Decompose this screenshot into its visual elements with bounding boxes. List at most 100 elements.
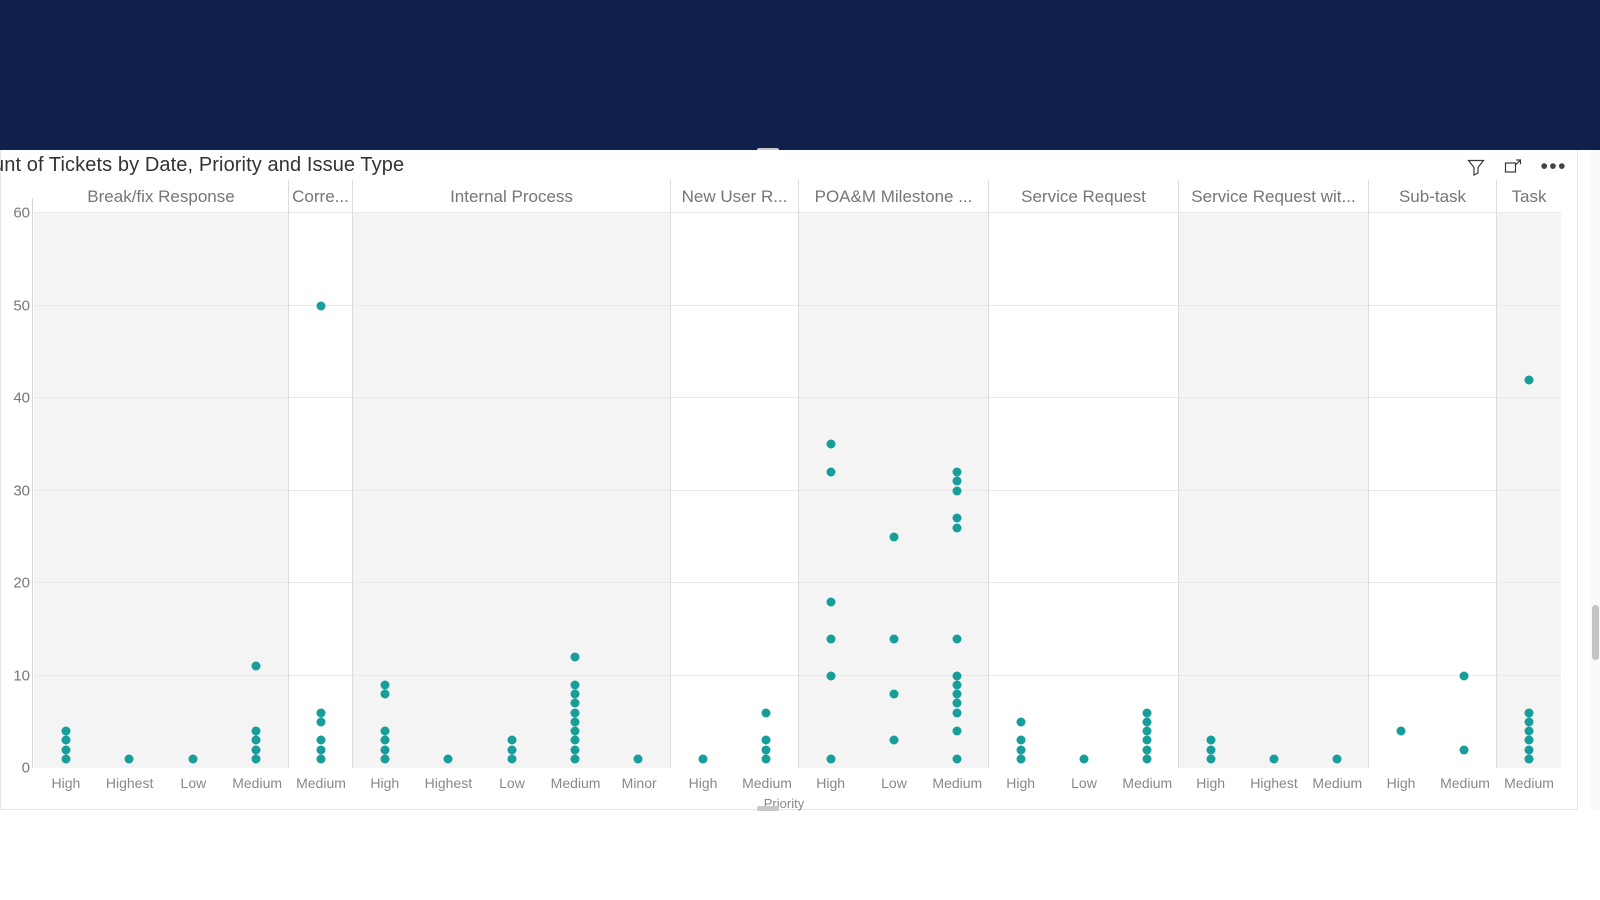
data-point[interactable] [380, 735, 390, 745]
data-point[interactable] [1142, 708, 1151, 717]
data-point[interactable] [1269, 754, 1278, 764]
x-axis-tick[interactable]: Low [480, 770, 544, 796]
data-point[interactable] [761, 754, 771, 764]
page-scrollbar-track[interactable] [1590, 150, 1600, 810]
data-point[interactable] [316, 708, 325, 717]
data-point[interactable] [826, 597, 835, 606]
card-resize-handle-bottom[interactable] [757, 806, 779, 811]
data-point[interactable] [443, 754, 453, 764]
x-axis-tick[interactable]: High [1369, 770, 1433, 796]
facet-panel[interactable]: New User R... [671, 180, 799, 768]
data-point[interactable] [633, 754, 643, 764]
data-point[interactable] [570, 652, 580, 662]
data-point[interactable] [1206, 754, 1215, 764]
data-point[interactable] [952, 680, 961, 690]
data-point[interactable] [61, 745, 71, 754]
x-axis-tick[interactable]: High [671, 770, 735, 796]
data-point[interactable] [826, 754, 835, 764]
facet-panel[interactable]: POA&M Milestone ... [799, 180, 989, 768]
data-point[interactable] [1396, 726, 1406, 736]
data-point[interactable] [251, 745, 261, 754]
data-point[interactable] [1524, 717, 1534, 727]
data-point[interactable] [251, 661, 261, 671]
data-point[interactable] [1459, 671, 1469, 680]
data-point[interactable] [826, 671, 835, 680]
focus-mode-icon[interactable] [1503, 157, 1523, 177]
data-point[interactable] [570, 754, 580, 764]
data-point[interactable] [1142, 745, 1151, 754]
x-axis-tick[interactable]: Medium [225, 770, 289, 796]
data-point[interactable] [889, 735, 898, 745]
data-point[interactable] [61, 754, 71, 764]
data-point[interactable] [1142, 735, 1151, 745]
x-axis-tick[interactable]: Medium [1433, 770, 1497, 796]
data-point[interactable] [380, 754, 390, 764]
data-point[interactable] [826, 634, 835, 643]
data-point[interactable] [952, 476, 961, 486]
data-point[interactable] [952, 754, 961, 764]
data-point[interactable] [952, 486, 961, 495]
data-point[interactable] [1459, 745, 1469, 754]
x-axis-tick[interactable]: Low [162, 770, 226, 796]
data-point[interactable] [952, 726, 961, 736]
data-point[interactable] [124, 754, 134, 764]
data-point[interactable] [1524, 726, 1534, 736]
facet-panel[interactable]: Corre... [289, 180, 353, 768]
data-point[interactable] [1079, 754, 1088, 764]
data-point[interactable] [889, 634, 898, 643]
x-axis-tick[interactable]: Minor [607, 770, 671, 796]
data-point[interactable] [570, 698, 580, 708]
data-point[interactable] [698, 754, 708, 764]
data-point[interactable] [251, 726, 261, 736]
data-point[interactable] [761, 708, 771, 717]
data-point[interactable] [316, 735, 325, 745]
x-axis-tick[interactable]: High [989, 770, 1052, 796]
x-axis-tick[interactable]: Highest [98, 770, 162, 796]
facet-panel[interactable]: Break/fix Response [34, 180, 289, 768]
data-point[interactable] [1524, 754, 1534, 764]
x-axis-tick[interactable]: Highest [1242, 770, 1305, 796]
data-point[interactable] [889, 689, 898, 699]
data-point[interactable] [316, 745, 325, 754]
x-axis-tick[interactable]: Highest [417, 770, 481, 796]
data-point[interactable] [570, 717, 580, 727]
data-point[interactable] [889, 532, 898, 542]
data-point[interactable] [952, 523, 961, 532]
data-point[interactable] [507, 745, 516, 754]
data-point[interactable] [570, 708, 580, 717]
data-point[interactable] [1016, 754, 1025, 764]
data-point[interactable] [1142, 726, 1151, 736]
x-axis-tick[interactable]: High [353, 770, 417, 796]
x-axis-tick[interactable]: Medium [289, 770, 353, 796]
x-axis-tick[interactable]: Medium [926, 770, 989, 796]
data-point[interactable] [1524, 735, 1534, 745]
data-point[interactable] [826, 467, 835, 477]
data-point[interactable] [761, 745, 771, 754]
data-point[interactable] [952, 689, 961, 699]
x-axis-tick[interactable]: Medium [1497, 770, 1561, 796]
data-point[interactable] [380, 745, 390, 754]
data-point[interactable] [1206, 735, 1215, 745]
data-point[interactable] [380, 726, 390, 736]
data-point[interactable] [1206, 745, 1215, 754]
data-point[interactable] [1016, 735, 1025, 745]
data-point[interactable] [952, 467, 961, 477]
data-point[interactable] [1524, 745, 1534, 754]
data-point[interactable] [952, 513, 961, 523]
data-point[interactable] [380, 689, 390, 699]
data-point[interactable] [380, 680, 390, 690]
data-point[interactable] [952, 698, 961, 708]
data-point[interactable] [570, 726, 580, 736]
x-axis-tick[interactable]: Medium [735, 770, 799, 796]
x-axis-tick[interactable]: Medium [1306, 770, 1369, 796]
data-point[interactable] [952, 671, 961, 680]
data-point[interactable] [1016, 745, 1025, 754]
data-point[interactable] [61, 735, 71, 745]
x-axis-tick[interactable]: High [799, 770, 862, 796]
data-point[interactable] [316, 754, 325, 764]
data-point[interactable] [507, 754, 516, 764]
facet-panel[interactable]: Sub-task [1369, 180, 1497, 768]
data-point[interactable] [507, 735, 516, 745]
x-axis-tick[interactable]: Medium [544, 770, 608, 796]
data-point[interactable] [952, 634, 961, 643]
